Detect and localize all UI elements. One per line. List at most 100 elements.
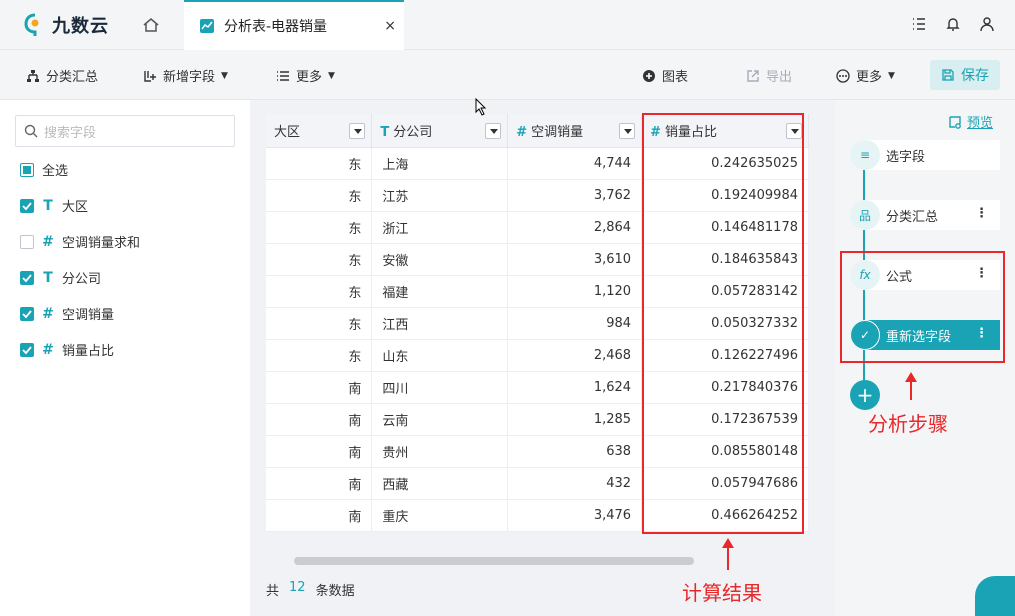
field-checkbox[interactable] [20,306,34,321]
line-chart-icon [200,19,214,33]
table-cell[interactable]: 四川 [371,371,509,404]
result-annotation: 计算结果 [682,581,762,605]
field-checkbox[interactable] [20,198,34,213]
table-cell[interactable]: 638 [507,435,643,468]
table-cell[interactable]: 浙江 [371,211,509,244]
task-list-icon[interactable] [911,16,927,32]
logo-text: 九数云 [52,16,109,37]
table-cell[interactable]: 2,864 [507,211,643,244]
table-cell[interactable]: 江西 [371,307,509,340]
export-icon [747,69,759,82]
table-cell[interactable]: 东 [266,243,373,276]
table-cell[interactable]: 1,624 [507,371,643,404]
table-cell[interactable]: 云南 [371,403,509,436]
preview-icon [949,115,961,129]
group-sum-label: 分类汇总 [46,70,99,85]
table-cell[interactable]: 东 [266,307,373,340]
more-right-button[interactable]: 更多 ▼ [836,66,895,85]
field-checkbox[interactable] [20,270,34,285]
column-header[interactable]: T 分公司 [371,114,509,148]
preview-link[interactable]: 预览 [948,112,993,131]
table-cell[interactable]: 3,476 [507,499,643,532]
column-header-label: 分公司 [393,124,433,140]
table-cell[interactable]: 1,285 [507,403,643,436]
table-cell[interactable]: 1,120 [507,275,643,308]
horizontal-scrollbar[interactable] [294,557,694,565]
field-row[interactable]: T 分公司 [20,268,101,287]
tab-label: 分析表-电器销量 [224,19,328,35]
table-cell[interactable]: 东 [266,211,373,244]
table-cell[interactable]: 南 [266,371,373,404]
search-input[interactable]: 搜索字段 [15,115,235,147]
column-dropdown-icon[interactable] [619,123,636,139]
step-more-icon[interactable]: ⋮ [975,206,988,221]
table-cell[interactable]: 南 [266,403,373,436]
field-checkbox[interactable] [20,234,34,249]
home-icon[interactable] [142,16,160,34]
step-group-sum[interactable]: 品 分类汇总 ⋮ [850,200,1000,230]
table-cell[interactable]: 江苏 [371,179,509,212]
table-cell[interactable]: 984 [507,307,643,340]
table-cell[interactable]: 南 [266,435,373,468]
table-cell[interactable]: 3,610 [507,243,643,276]
select-all-checkbox[interactable] [20,162,34,177]
export-button[interactable]: 导出 [746,66,792,85]
bell-icon[interactable] [945,16,961,32]
column-header[interactable]: 大区 [266,114,373,148]
count-prefix: 共 [266,584,280,599]
add-step-button[interactable]: + [850,380,880,410]
search-placeholder: 搜索字段 [44,125,97,141]
field-type-icon: T [43,197,53,214]
step-select-fields[interactable]: ≡ 选字段 [850,140,1000,170]
table-cell[interactable]: 南 [266,467,373,500]
table-cell[interactable]: 2,468 [507,339,643,372]
table-cell[interactable]: 上海 [371,147,509,180]
field-label: 分公司 [62,272,102,287]
table-cell[interactable]: 西藏 [371,467,509,500]
field-type-icon: T [43,269,53,286]
add-field-button[interactable]: 新增字段 ▼ [143,66,228,85]
table-cell[interactable]: 南 [266,499,373,532]
group-icon [27,69,39,82]
steps-highlight-box [840,251,1005,363]
table-cell[interactable]: 东 [266,147,373,180]
logo[interactable]: 九数云 [24,12,109,38]
chat-support-button[interactable] [975,576,1015,616]
table-cell[interactable]: 东 [266,275,373,308]
count-value: 12 [289,580,306,595]
column-dropdown-icon[interactable] [485,123,502,139]
table-cell[interactable]: 福建 [371,275,509,308]
field-checkbox[interactable] [20,342,34,357]
field-row[interactable]: # 空调销量求和 [20,232,140,251]
column-header[interactable]: # 空调销量 [507,114,643,148]
table-cell[interactable]: 432 [507,467,643,500]
more-left-button[interactable]: 更多 ▼ [276,66,335,85]
table-cell[interactable]: 重庆 [371,499,509,532]
column-dropdown-icon[interactable] [349,123,366,139]
row-count: 共 12 条数据 [266,580,355,599]
table-cell[interactable]: 3,762 [507,179,643,212]
table-cell[interactable]: 安徽 [371,243,509,276]
table-cell[interactable]: 4,744 [507,147,643,180]
table-cell[interactable]: 山东 [371,339,509,372]
group-sum-button[interactable]: 分类汇总 [26,66,98,85]
table-cell[interactable]: 贵州 [371,435,509,468]
table-cell[interactable]: 东 [266,179,373,212]
chart-button[interactable]: 图表 [642,66,688,85]
chevron-down-icon: ▼ [328,70,335,81]
add-field-label: 新增字段 [163,70,216,85]
field-row[interactable]: # 空调销量 [20,304,114,323]
save-button[interactable]: 保存 [930,60,1000,90]
column-header-label: 大区 [274,124,301,140]
tab-analysis[interactable]: 分析表-电器销量 × [184,0,404,50]
select-fields-icon: ≡ [850,140,880,170]
select-all-row[interactable]: 全选 [20,160,68,179]
field-row[interactable]: # 销量占比 [20,340,114,359]
field-label: 销量占比 [62,344,115,359]
user-icon[interactable] [979,16,995,32]
table-cell[interactable]: 东 [266,339,373,372]
result-arrow [722,538,734,570]
chevron-down-icon: ▼ [221,70,228,81]
field-row[interactable]: T 大区 [20,196,88,215]
tab-close-icon[interactable]: × [384,18,396,34]
